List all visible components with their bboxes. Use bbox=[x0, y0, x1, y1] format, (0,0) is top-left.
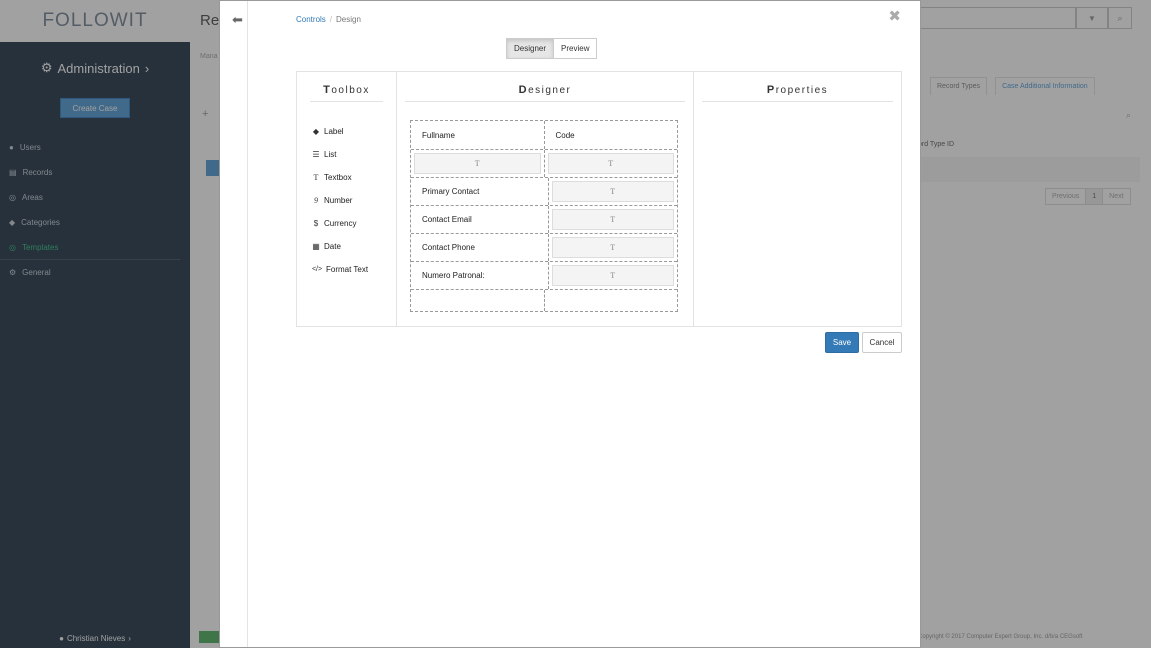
breadcrumb-controls[interactable]: Controls bbox=[296, 15, 326, 24]
properties-panel: Properties bbox=[693, 72, 901, 326]
cancel-button[interactable]: Cancel bbox=[862, 332, 902, 353]
tool-number[interactable]: 9 Number bbox=[312, 189, 368, 212]
grid-row: T T bbox=[411, 149, 677, 177]
toolbox-title: Toolbox bbox=[310, 84, 383, 102]
textbox-placeholder[interactable]: T bbox=[551, 265, 674, 286]
tool-textbox[interactable]: T Textbox bbox=[312, 166, 368, 189]
breadcrumb-separator: / bbox=[329, 15, 333, 24]
number-icon: 9 bbox=[314, 196, 318, 205]
grid-row: Fullname Code bbox=[411, 121, 677, 149]
grid-cell-textbox[interactable]: T bbox=[543, 150, 678, 177]
breadcrumb-design: Design bbox=[336, 15, 361, 24]
grid-cell-label[interactable]: Code bbox=[543, 121, 678, 149]
designer-mode-button[interactable]: Designer bbox=[506, 38, 555, 59]
grid-row: Numero Patronal: T bbox=[411, 261, 677, 289]
save-button[interactable]: Save bbox=[825, 332, 859, 353]
grid-cell-label[interactable]: Numero Patronal: bbox=[411, 262, 548, 289]
tool-currency[interactable]: $ Currency bbox=[312, 212, 368, 235]
textbox-placeholder[interactable]: T bbox=[414, 153, 541, 174]
mode-toggle: Designer Preview bbox=[506, 38, 598, 59]
title-rest: oolbox bbox=[331, 85, 370, 96]
tool-format-text[interactable]: </> Format Text bbox=[312, 258, 368, 281]
design-modal: ⬅ ✖ Controls / Design Designer Preview Too… bbox=[219, 0, 921, 648]
calendar-icon: ▦ bbox=[312, 242, 320, 251]
properties-title: Properties bbox=[702, 84, 893, 102]
textbox-placeholder[interactable]: T bbox=[551, 209, 674, 230]
tool-label[interactable]: ◆ Label bbox=[312, 120, 368, 143]
title-rest: roperties bbox=[775, 85, 829, 96]
back-arrow-icon[interactable]: ⬅ bbox=[232, 12, 243, 28]
designer-panel: Designer Fullname Code T T Primary Conta… bbox=[396, 72, 693, 326]
grid-row: Contact Phone T bbox=[411, 233, 677, 261]
grid-cell-empty[interactable] bbox=[543, 290, 678, 311]
tool-date[interactable]: ▦ Date bbox=[312, 235, 368, 258]
textbox-placeholder[interactable]: T bbox=[551, 181, 674, 202]
title-initial: P bbox=[766, 84, 776, 96]
dollar-icon: $ bbox=[313, 219, 319, 228]
grid-row: Contact Email T bbox=[411, 205, 677, 233]
tool-label-text: Label bbox=[324, 127, 344, 136]
designer-title: Designer bbox=[405, 84, 685, 102]
tool-label-text: Textbox bbox=[324, 173, 352, 182]
grid-cell-textbox[interactable]: T bbox=[547, 262, 678, 289]
grid-cell-textbox[interactable]: T bbox=[547, 206, 678, 233]
designer-grid: Fullname Code T T Primary Contact T Cont… bbox=[410, 120, 678, 312]
back-gutter bbox=[220, 1, 248, 647]
preview-mode-button[interactable]: Preview bbox=[553, 38, 598, 59]
grid-cell-textbox[interactable]: T bbox=[547, 178, 678, 205]
tool-label-text: Number bbox=[324, 196, 353, 205]
grid-cell-label[interactable]: Fullname bbox=[411, 121, 544, 149]
textbox-placeholder[interactable]: T bbox=[551, 237, 674, 258]
tool-label-text: Currency bbox=[324, 219, 357, 228]
tool-label-text: Format Text bbox=[326, 265, 369, 274]
designer-panels: Toolbox ◆ Label ☰ List T Textbox 9 Number $ C… bbox=[296, 71, 902, 327]
grid-cell-empty[interactable] bbox=[411, 290, 544, 311]
grid-cell-label[interactable]: Contact Email bbox=[411, 206, 548, 233]
textbox-placeholder[interactable]: T bbox=[547, 153, 674, 174]
toolbox-panel: Toolbox ◆ Label ☰ List T Textbox 9 Number $ C… bbox=[297, 72, 396, 326]
list-icon: ☰ bbox=[312, 150, 320, 159]
grid-cell-textbox[interactable]: T bbox=[547, 234, 678, 261]
title-initial: D bbox=[518, 84, 529, 96]
close-icon[interactable]: ✖ bbox=[888, 7, 901, 25]
tag-icon: ◆ bbox=[312, 127, 320, 136]
grid-row: Primary Contact T bbox=[411, 177, 677, 205]
code-icon: </> bbox=[311, 266, 323, 273]
tool-list[interactable]: ☰ List bbox=[312, 143, 368, 166]
grid-cell-label[interactable]: Contact Phone bbox=[411, 234, 548, 261]
tool-label-text: List bbox=[324, 150, 337, 159]
breadcrumb: Controls / Design bbox=[296, 15, 361, 24]
grid-row bbox=[411, 289, 677, 311]
tool-label-text: Date bbox=[324, 242, 341, 251]
text-icon: T bbox=[313, 173, 319, 182]
grid-cell-label[interactable]: Primary Contact bbox=[411, 178, 548, 205]
grid-cell-textbox[interactable]: T bbox=[411, 150, 544, 177]
title-rest: esigner bbox=[528, 85, 572, 96]
tool-list: ◆ Label ☰ List T Textbox 9 Number $ Currency … bbox=[312, 120, 368, 281]
